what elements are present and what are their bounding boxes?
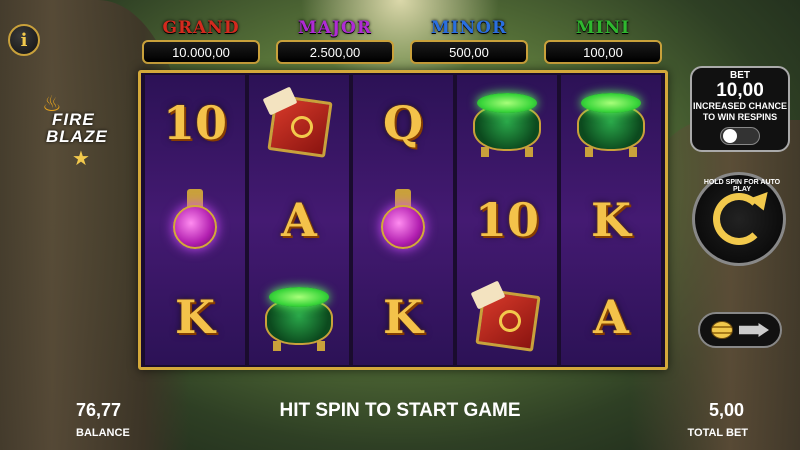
jackpot-grand: GRAND 10.000,00: [138, 18, 264, 68]
symbol-label: 10: [162, 96, 227, 151]
jackpot-name: MAJOR: [298, 18, 372, 38]
jackpot-minor: MINOR 500,00: [406, 18, 532, 68]
total-bet-value: 5,00: [708, 400, 744, 420]
cauldron-symbol: [249, 268, 349, 365]
balance-label: BALANCE: [76, 427, 130, 439]
info-button[interactable]: i: [8, 24, 40, 56]
toggle-knob: [723, 129, 737, 143]
letter-symbol: K: [561, 172, 661, 269]
total-bet-label: TOTAL BET: [687, 427, 749, 439]
symbol-label: K: [383, 289, 423, 344]
reel-4: 10: [457, 75, 557, 365]
symbol-label: 10: [474, 193, 539, 247]
jackpot-value: 500,00: [410, 40, 528, 64]
spellbook-icon: [469, 280, 545, 352]
letter-symbol: A: [561, 268, 661, 365]
jackpot-major: MAJOR 2.500,00: [272, 18, 398, 68]
spellbook-symbol: [249, 75, 349, 172]
reel-grid: 10 K A Q K 10 K A: [138, 70, 668, 370]
autoplay-hint: HOLD SPIN FOR AUTO PLAY: [703, 179, 781, 193]
symbol-label: K: [591, 193, 631, 247]
bet-panel[interactable]: BET 10,00 INCREASED CHANCE TO WIN RESPIN…: [690, 66, 790, 152]
symbol-label: A: [593, 289, 629, 344]
balance-value: 76,77: [76, 400, 122, 420]
bet-value: 10,00: [716, 80, 764, 101]
jackpot-value: 100,00: [544, 40, 662, 64]
jackpot-bar: GRAND 10.000,00 MAJOR 2.500,00 MINOR 500…: [138, 18, 666, 68]
jackpot-value: 2.500,00: [276, 40, 394, 64]
potion-symbol: [353, 172, 453, 269]
bet-settings-button[interactable]: [698, 312, 782, 348]
potion-icon: [373, 185, 433, 255]
symbol-label: Q: [382, 96, 424, 151]
spin-arrow-icon: [748, 192, 774, 214]
logo-line-2: BLAZE: [46, 127, 108, 146]
symbol-label: A: [281, 193, 317, 247]
bottom-bar: 76,77 BALANCE HIT SPIN TO START GAME 5,0…: [0, 380, 800, 450]
letter-symbol: K: [145, 268, 245, 365]
spellbook-icon: [261, 86, 337, 159]
fire-blaze-logo: ♨ FIRE BLAZE ★: [32, 92, 124, 172]
jackpot-mini: MINI 100,00: [540, 18, 666, 68]
reel-5: KA: [561, 75, 661, 365]
letter-symbol: 10: [457, 172, 557, 269]
letter-symbol: K: [353, 268, 453, 365]
letter-symbol: A: [249, 172, 349, 269]
potion-icon: [165, 185, 225, 255]
spellbook-symbol: [457, 268, 557, 365]
jackpot-name: MINI: [575, 18, 631, 38]
respin-toggle[interactable]: [720, 127, 760, 145]
cauldron-icon: [259, 281, 339, 353]
reel-1: 10 K: [145, 75, 245, 365]
coins-icon: [711, 321, 733, 339]
cauldron-icon: [571, 87, 651, 159]
letter-symbol: Q: [353, 75, 453, 172]
cauldron-symbol: [457, 75, 557, 172]
status-message: HIT SPIN TO START GAME: [279, 400, 521, 421]
jackpot-name: GRAND: [162, 18, 240, 38]
bet-description: INCREASED CHANCE TO WIN RESPINS: [692, 101, 787, 122]
symbol-label: K: [175, 289, 215, 344]
potion-symbol: [145, 172, 245, 269]
jackpot-value: 10.000,00: [142, 40, 260, 64]
star-icon: ★: [72, 146, 90, 170]
cauldron-symbol: [561, 75, 661, 172]
cauldron-icon: [467, 87, 547, 159]
reel-2: A: [249, 75, 349, 365]
letter-symbol: 10: [145, 75, 245, 172]
arrow-right-icon: [739, 323, 769, 337]
jackpot-name: MINOR: [430, 18, 508, 38]
info-icon: i: [20, 29, 28, 51]
spin-button[interactable]: HOLD SPIN FOR AUTO PLAY: [692, 172, 786, 266]
reel-3: QK: [353, 75, 453, 365]
